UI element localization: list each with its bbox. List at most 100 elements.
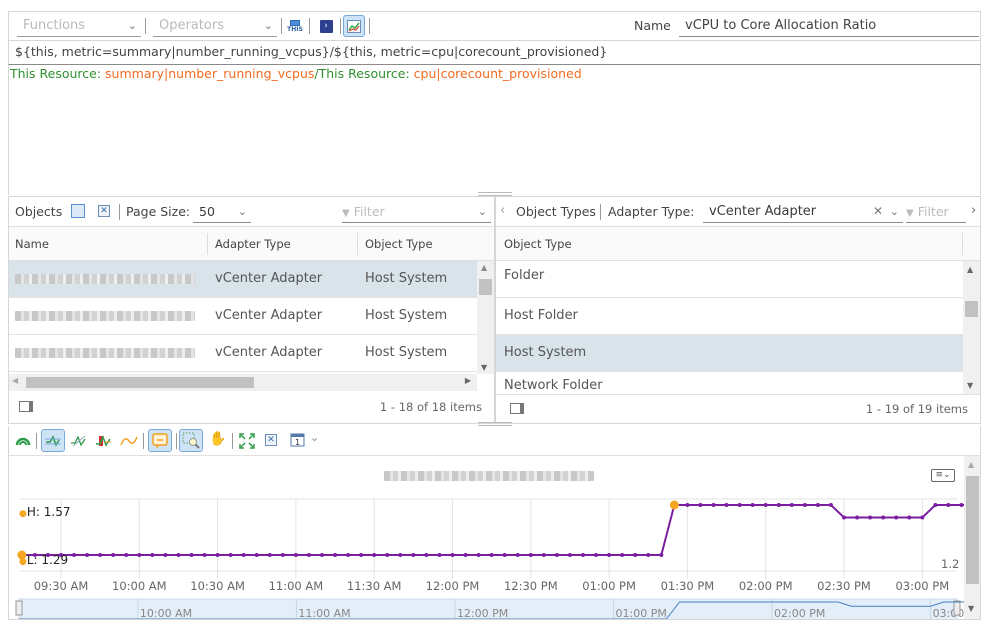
trend-icon[interactable] (120, 433, 138, 449)
column-header-object-type[interactable]: Object Type (504, 237, 572, 251)
health-chart-icon[interactable] (15, 434, 31, 446)
insert-button[interactable]: › (316, 16, 336, 36)
navigator-tick-label: 10:00 AM (140, 607, 192, 620)
data-point (724, 503, 729, 507)
filter-icon: ▼ (906, 208, 914, 219)
navigator-tick-label: 01:00 PM (616, 607, 667, 620)
column-header-adapter-type[interactable]: Adapter Type (215, 237, 291, 251)
select-all-icon[interactable] (71, 204, 85, 218)
zoom-view-button[interactable] (179, 429, 203, 452)
data-point (502, 553, 507, 557)
data-point (476, 553, 481, 557)
fit-all-icon[interactable] (239, 433, 255, 449)
operators-dropdown[interactable]: Operators ⌄ (153, 16, 277, 37)
objects-horizontal-scrollbar[interactable]: ◀ ▶ (9, 374, 477, 391)
data-point (124, 553, 129, 557)
objects-panel: Objects ✕ Page Size: 50 ⌄ ▼ Filter ⌄ Nam… (8, 196, 495, 424)
scroll-down-icon[interactable]: ▼ (481, 363, 487, 372)
pan-icon[interactable]: ✋ (209, 431, 226, 447)
data-point (959, 503, 964, 507)
scroll-up-icon[interactable]: ▲ (481, 263, 487, 272)
data-point (802, 503, 807, 507)
data-point (541, 553, 546, 557)
functions-placeholder: Functions (23, 18, 86, 33)
high-point-marker (669, 500, 679, 510)
x-tick-label: 09:30 AM (34, 579, 89, 593)
data-point (463, 553, 468, 557)
x-tick-label: 10:30 AM (190, 579, 245, 593)
deselect-icon[interactable]: ✕ (98, 205, 110, 217)
objects-filter-input[interactable]: ▼ Filter ⌄ (342, 201, 491, 223)
divider (119, 204, 120, 220)
remove-chart-icon[interactable]: ✕ (265, 434, 277, 446)
data-point (267, 553, 272, 557)
scroll-down-icon[interactable]: ▼ (967, 381, 973, 390)
column-divider[interactable] (207, 233, 208, 255)
data-point (293, 553, 298, 557)
list-item[interactable]: Network Folder (496, 372, 963, 394)
table-row[interactable]: vCenter Adapter Host System (9, 298, 477, 335)
chevron-right-icon[interactable]: › (971, 203, 976, 218)
list-item[interactable]: Host System (496, 335, 963, 372)
metric-chart[interactable]: 09:30 AM 10:00 AM 10:30 AM 11:00 AM 11:30 AM… (9, 456, 964, 620)
table-row[interactable]: vCenter Adapter Host System (9, 261, 477, 298)
dynamic-threshold-icon[interactable] (95, 433, 113, 449)
objects-toolbar: Objects ✕ Page Size: 50 ⌄ ▼ Filter ⌄ (9, 197, 494, 227)
list-item[interactable]: Host Folder (496, 298, 963, 335)
objects-table-header: Name Adapter Type Object Type (9, 227, 494, 261)
preview-chart-button[interactable] (343, 15, 365, 37)
object-type-label: Network Folder (504, 378, 603, 393)
scroll-down-icon[interactable]: ▼ (968, 604, 974, 613)
line-chart-icon (45, 435, 61, 447)
high-value: H: 1.57 (26, 505, 71, 519)
data-point (280, 553, 285, 557)
column-toggle-icon[interactable] (510, 403, 524, 414)
scroll-left-icon[interactable]: ◀ (12, 376, 18, 385)
scroll-up-icon[interactable]: ▲ (967, 265, 973, 274)
page-size-select[interactable]: 50 ⌄ (193, 201, 251, 223)
scroll-up-icon[interactable]: ▲ (968, 460, 974, 469)
filter-placeholder: Filter (353, 204, 385, 219)
scroll-thumb[interactable] (26, 377, 254, 388)
chevron-down-icon: ⌄ (263, 19, 273, 32)
objects-footer: 1 - 18 of 18 items (9, 391, 494, 423)
high-marker-icon: ● (19, 509, 27, 519)
list-item[interactable]: Folder (496, 261, 963, 298)
objects-vertical-scrollbar[interactable]: ▲ ▼ (477, 261, 494, 374)
object-types-filter-input[interactable]: ▼ Filter (906, 201, 966, 223)
scroll-thumb[interactable] (965, 301, 978, 317)
column-divider[interactable] (962, 233, 963, 255)
data-point (320, 553, 324, 557)
data-point (385, 553, 390, 557)
stacked-chart-icon[interactable] (69, 433, 87, 449)
adapter-type-select[interactable]: vCenter Adapter ✕ ⌄ (703, 201, 903, 223)
filter-icon: ▼ (342, 208, 350, 219)
this-resource-button[interactable]: THIS (285, 16, 305, 36)
scroll-right-icon[interactable]: ▶ (465, 376, 471, 385)
divider (36, 433, 37, 449)
column-divider[interactable] (357, 233, 358, 255)
column-header-object-type[interactable]: Object Type (365, 237, 433, 251)
data-point (359, 553, 364, 557)
name-input[interactable]: vCPU to Core Allocation Ratio (679, 15, 979, 37)
line-chart-button[interactable] (41, 429, 65, 452)
column-header-name[interactable]: Name (15, 237, 49, 251)
data-values-button[interactable] (148, 429, 172, 452)
formula-editor[interactable]: ${this, metric=summary|number_running_vc… (8, 41, 981, 65)
clear-icon[interactable]: ✕ (873, 201, 883, 222)
chart-toolbar: ✋ ✕ 1 ⌄ (8, 426, 981, 456)
data-point (554, 553, 559, 557)
divider (176, 433, 177, 449)
functions-dropdown[interactable]: Functions ⌄ (17, 16, 141, 37)
object-types-vertical-scrollbar[interactable]: ▲ ▼ (963, 261, 980, 394)
scroll-thumb[interactable] (479, 279, 492, 295)
data-values-icon (152, 433, 168, 449)
column-toggle-icon[interactable] (19, 401, 33, 412)
scroll-thumb[interactable] (966, 476, 979, 584)
data-point (254, 553, 259, 557)
data-point (698, 503, 703, 507)
chevron-left-icon[interactable]: ‹ (500, 203, 505, 218)
date-range-button[interactable]: 1 ⌄ (290, 431, 324, 451)
chart-vertical-scrollbar[interactable]: ▲ ▼ (964, 456, 980, 619)
table-row[interactable]: vCenter Adapter Host System (9, 335, 477, 372)
